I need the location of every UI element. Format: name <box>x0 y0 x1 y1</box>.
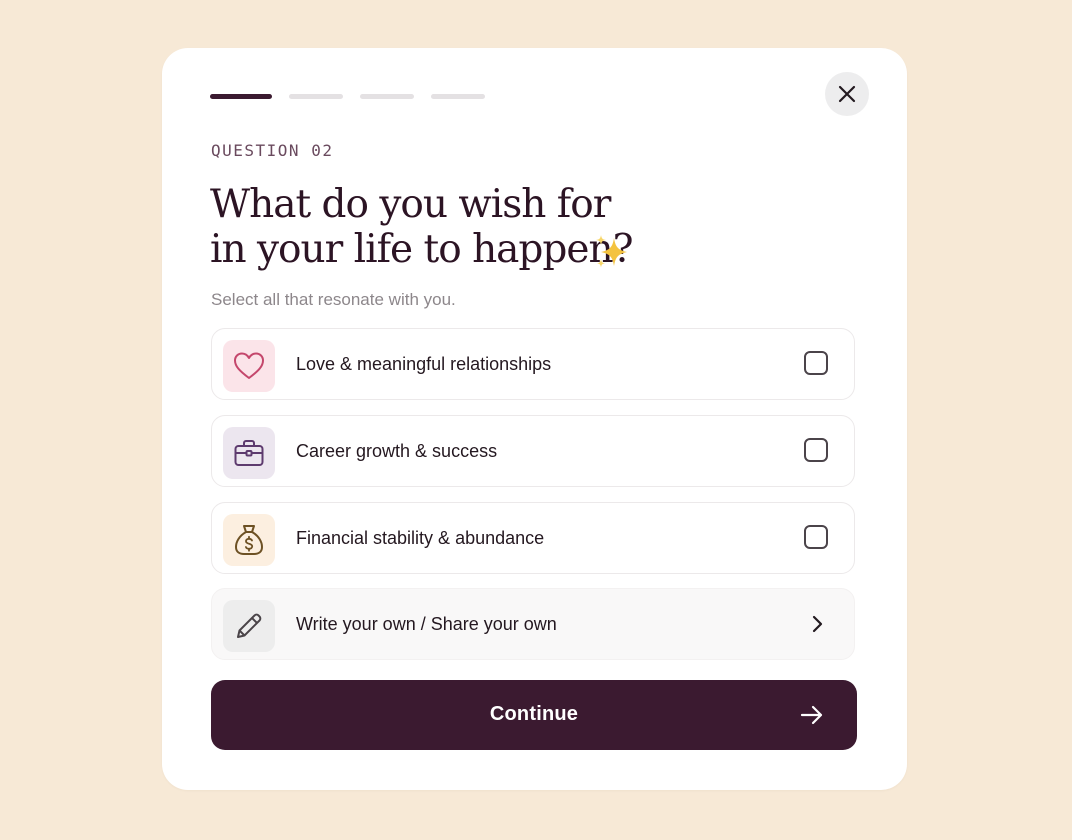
title-line-2: in your life to happen? <box>210 227 633 272</box>
option-label: Financial stability & abundance <box>296 528 545 548</box>
write-own-option[interactable]: Write your own / Share your own <box>211 588 855 660</box>
option-financial[interactable]: Financial stability & abundance <box>211 502 855 574</box>
close-button[interactable] <box>825 72 869 116</box>
briefcase-icon <box>234 440 264 466</box>
progress-step-2 <box>289 94 343 99</box>
option-career[interactable]: Career growth & success <box>211 415 855 487</box>
progress-step-1 <box>210 94 272 99</box>
continue-label: Continue <box>489 703 579 725</box>
title-line-1: What do you wish for <box>210 182 611 227</box>
option-icon-wrap <box>223 514 275 566</box>
pencil-icon <box>237 613 262 638</box>
instructions-text: Select all that resonate with you. <box>211 290 456 309</box>
close-icon <box>838 85 856 103</box>
continue-button[interactable]: Continue <box>211 680 857 750</box>
chevron-right-icon <box>812 615 823 633</box>
option-icon-wrap <box>223 340 275 392</box>
option-label: Career growth & success <box>296 441 498 461</box>
option-checkbox[interactable] <box>804 438 828 462</box>
arrow-right-icon <box>800 705 823 725</box>
progress-step-4 <box>431 94 485 99</box>
sparkles-icon <box>596 235 627 268</box>
option-checkbox[interactable] <box>804 351 828 375</box>
progress-step-3 <box>360 94 414 99</box>
question-card: QUESTION 02 What do you wish for in your… <box>162 48 907 790</box>
option-icon-wrap <box>223 600 275 652</box>
question-number: QUESTION 02 <box>211 141 334 160</box>
heart-icon <box>234 352 264 379</box>
write-own-label: Write your own / Share your own <box>296 614 557 634</box>
page-title: What do you wish for in your life to hap… <box>210 182 730 272</box>
option-love[interactable]: Love & meaningful relationships <box>211 328 855 400</box>
option-icon-wrap <box>223 427 275 479</box>
option-checkbox[interactable] <box>804 525 828 549</box>
money-bag-icon <box>235 525 263 555</box>
option-label: Love & meaningful relationships <box>296 354 552 374</box>
